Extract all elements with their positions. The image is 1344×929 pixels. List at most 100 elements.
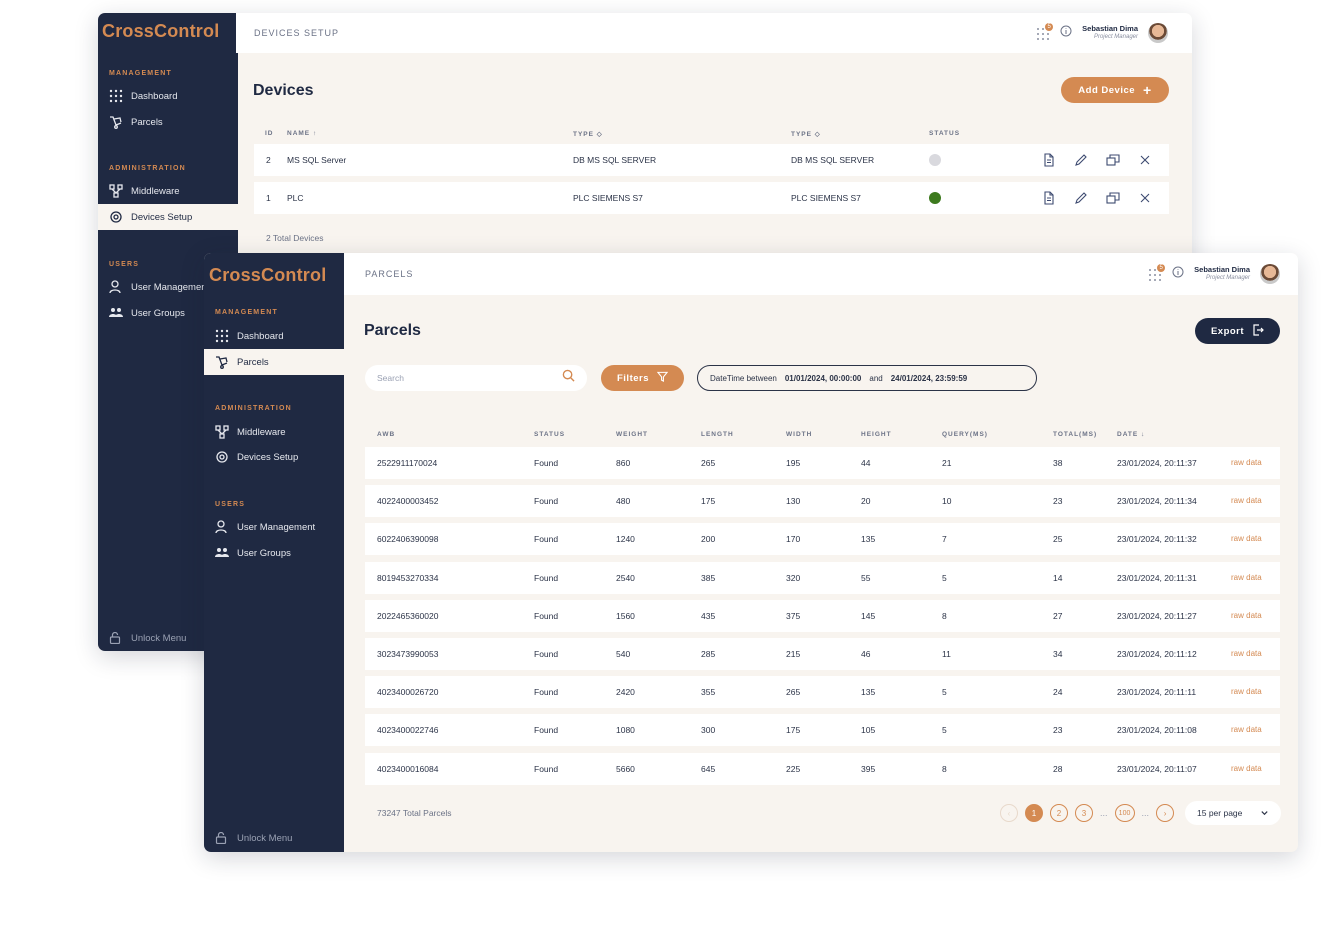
page-button-last[interactable]: 100 (1114, 804, 1135, 822)
info-icon[interactable] (1172, 265, 1184, 283)
column-header-date[interactable]: DATE ↓ (1117, 431, 1145, 438)
unlock-label: Unlock Menu (237, 832, 293, 844)
weight: 1560 (616, 610, 635, 621)
pencil-icon[interactable] (1074, 153, 1088, 167)
awb: 4023400016084 (377, 763, 439, 774)
sidebar-item-dashboard[interactable]: Dashboard (98, 83, 238, 109)
page-button[interactable]: 3 (1075, 804, 1093, 822)
parcel-status: Found (534, 496, 559, 507)
raw-data-link[interactable]: raw data (1231, 753, 1262, 785)
pagination-ellipsis: ... (1141, 808, 1150, 818)
date: 23/01/2024, 20:11:08 (1117, 725, 1197, 736)
avatar[interactable] (1260, 264, 1280, 284)
length: 645 (701, 763, 716, 774)
users-section-title: USERS (109, 261, 140, 268)
sidebar-item-dashboard[interactable]: Dashboard (204, 323, 344, 349)
table-row[interactable]: 4022400003452 Found 480 175 130 20 10 23 23/01/2… (365, 485, 1280, 518)
user-info[interactable]: Sebastian Dima Project Manager (1082, 24, 1138, 42)
sidebar-item-parcels[interactable]: Parcels (204, 349, 344, 375)
column-header-type[interactable]: TYPE ◇ (573, 130, 603, 138)
sidebar-item-user-groups[interactable]: User Groups (204, 540, 344, 566)
table-row[interactable]: 2522911170024 Found 860 265 195 44 21 38 23/01/2… (365, 447, 1280, 479)
unlock-menu-button[interactable]: Unlock Menu (215, 832, 292, 844)
export-button[interactable]: Export (1195, 318, 1280, 344)
search-icon[interactable] (562, 369, 575, 387)
awb: 2522911170024 (377, 458, 438, 468)
total-ms: 27 (1053, 610, 1063, 621)
total-ms: 24 (1053, 687, 1063, 698)
raw-data-link[interactable]: raw data (1231, 714, 1262, 746)
raw-data-link[interactable]: raw data (1231, 600, 1262, 632)
column-header-width: WIDTH (786, 431, 813, 438)
length: 175 (701, 496, 716, 507)
filters-button[interactable]: Filters (601, 365, 684, 391)
table-row[interactable]: 4023400016084 Found 5660 645 225 395 8 28 23/01/… (365, 752, 1280, 785)
table-row[interactable]: 4023400022746 Found 1080 300 175 105 5 23 23/01/… (365, 714, 1280, 747)
sidebar-item-middleware[interactable]: Middleware (98, 178, 238, 204)
breadcrumb: PARCELS (365, 269, 414, 279)
width: 130 (786, 496, 801, 507)
date-from[interactable]: 01/01/2024, 00:00:00 (785, 374, 862, 383)
column-header-name[interactable]: NAME ↑ (287, 130, 317, 137)
cart-icon (109, 115, 123, 129)
close-icon[interactable] (1138, 191, 1152, 205)
raw-data-link[interactable]: raw data (1231, 638, 1262, 670)
height: 55 (861, 572, 871, 583)
search-input[interactable] (377, 373, 537, 383)
column-header-awb: AWB (377, 431, 396, 438)
page-button[interactable]: 1 (1025, 804, 1043, 822)
table-row[interactable]: 3023473990053 Found 540 285 215 46 11 34 23/01/2… (365, 638, 1280, 670)
sidebar-item-parcels[interactable]: Parcels (98, 109, 238, 135)
table-row[interactable]: 8019453270334 Found 2540 385 320 55 5 14 23/01/2… (365, 561, 1280, 594)
management-section-title: MANAGEMENT (215, 309, 278, 316)
total-devices: 2 Total Devices (266, 233, 324, 243)
duplicate-icon[interactable] (1106, 153, 1120, 167)
date: 23/01/2024, 20:11:27 (1117, 610, 1197, 621)
duplicate-icon[interactable] (1106, 191, 1120, 205)
per-page-select[interactable]: 15 per page (1185, 801, 1281, 825)
unlock-menu-button[interactable]: Unlock Menu (109, 632, 186, 644)
total-ms: 14 (1053, 572, 1063, 583)
awb: 4022400003452 (377, 496, 439, 507)
info-icon[interactable] (1060, 24, 1072, 42)
pencil-icon[interactable] (1074, 191, 1088, 205)
raw-data-link[interactable]: raw data (1231, 485, 1262, 517)
prev-page-button[interactable]: ‹ (1000, 804, 1018, 822)
raw-data-link[interactable]: raw data (1231, 676, 1262, 708)
sidebar-item-user-management[interactable]: User Management (204, 514, 344, 540)
add-device-button[interactable]: Add Device + (1061, 77, 1169, 103)
raw-data-link[interactable]: raw data (1231, 523, 1262, 555)
date-filter-and: and (869, 373, 883, 383)
column-header-total: TOTAL(MS) (1053, 431, 1098, 438)
table-row[interactable]: 6022406390098 Found 1240 200 170 135 7 25 23/01/… (365, 523, 1280, 556)
notifications-icon[interactable]: 5 (1036, 23, 1054, 40)
sidebar-item-devices-setup[interactable]: Devices Setup (204, 444, 344, 470)
search-field[interactable] (365, 365, 587, 391)
date-to[interactable]: 24/01/2024, 23:59:59 (891, 374, 968, 383)
page-button[interactable]: 2 (1050, 804, 1068, 822)
table-row[interactable]: 4023400026720 Found 2420 355 265 135 5 24 23/01/… (365, 676, 1280, 709)
height: 395 (861, 763, 876, 774)
raw-data-link[interactable]: raw data (1231, 447, 1262, 479)
sidebar-item-devices-setup[interactable]: Devices Setup (98, 204, 238, 230)
next-page-button[interactable]: › (1156, 804, 1175, 822)
column-header-type[interactable]: TYPE ◇ (791, 130, 821, 138)
weight: 480 (616, 496, 631, 507)
avatar[interactable] (1148, 23, 1168, 43)
height: 46 (861, 649, 871, 659)
awb: 4023400022746 (377, 725, 439, 736)
top-bar: PARCELS 5 Sebastian Dima Project Manager (344, 253, 1298, 295)
device-type: DB MS SQL SERVER (573, 155, 657, 165)
close-icon[interactable] (1138, 153, 1152, 167)
date-range-filter[interactable]: DateTime between 01/01/2024, 00:00:00 an… (697, 365, 1037, 391)
height: 20 (861, 496, 871, 507)
table-row[interactable]: 2022465360020 Found 1560 435 375 145 8 27 23/01/… (365, 599, 1280, 632)
notification-count: 5 (1045, 23, 1054, 31)
document-icon[interactable] (1042, 153, 1056, 167)
notifications-icon[interactable]: 5 (1148, 264, 1166, 281)
width: 375 (786, 610, 801, 621)
user-info[interactable]: Sebastian Dima Project Manager (1194, 265, 1250, 283)
document-icon[interactable] (1042, 191, 1056, 205)
raw-data-link[interactable]: raw data (1231, 562, 1262, 594)
sidebar-item-middleware[interactable]: Middleware (204, 419, 344, 445)
